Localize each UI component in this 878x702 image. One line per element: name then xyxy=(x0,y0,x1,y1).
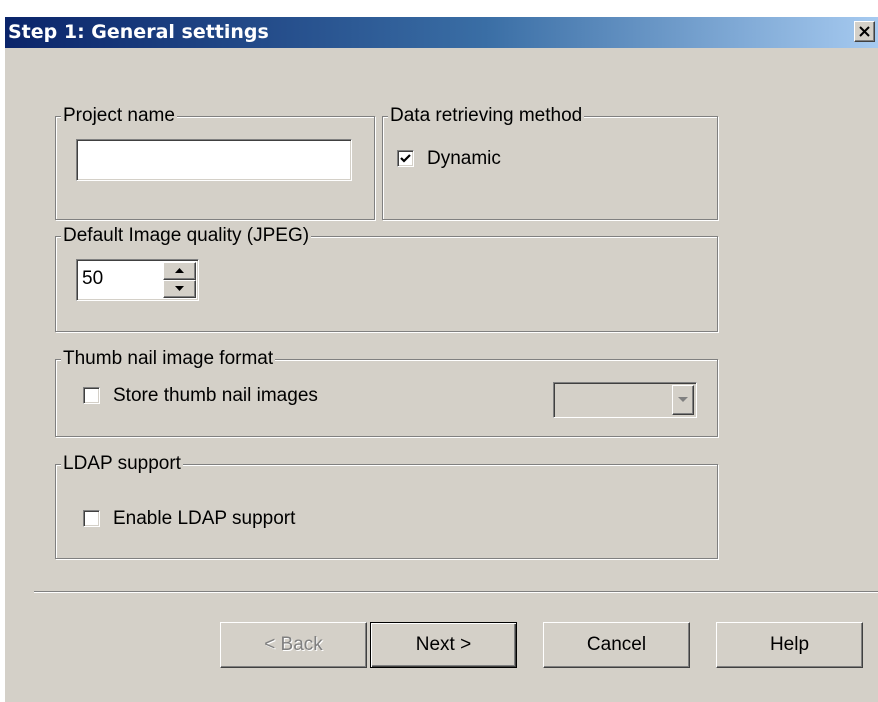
chevron-down-icon xyxy=(678,397,688,402)
project-name-legend: Project name xyxy=(61,104,177,128)
title-bar[interactable]: Step 1: General settings xyxy=(5,17,878,48)
enable-ldap-checkbox[interactable] xyxy=(83,510,100,527)
quality-spin-down-button[interactable] xyxy=(163,280,196,298)
dynamic-checkbox[interactable] xyxy=(397,150,414,167)
triangle-up-icon xyxy=(175,268,184,273)
button-separator xyxy=(34,591,878,593)
image-quality-group: Default Image quality (JPEG) 50 xyxy=(55,224,718,332)
next-button[interactable]: Next > xyxy=(370,622,517,668)
image-quality-legend: Default Image quality (JPEG) xyxy=(61,224,312,248)
project-name-group: Project name xyxy=(55,104,375,220)
dropdown-arrow-button[interactable] xyxy=(672,385,694,415)
thumbnail-format-dropdown[interactable] xyxy=(553,382,697,418)
project-name-input[interactable] xyxy=(76,139,352,181)
data-retrieving-method-legend: Data retrieving method xyxy=(388,104,585,128)
back-button[interactable]: < Back xyxy=(220,622,367,668)
quality-spin-up-button[interactable] xyxy=(163,262,196,280)
dialog-title: Step 1: General settings xyxy=(8,21,269,43)
close-button[interactable] xyxy=(854,21,875,42)
close-icon xyxy=(859,26,870,37)
thumbnail-format-group: Thumb nail image format Store thumb nail… xyxy=(55,347,718,437)
enable-ldap-label[interactable]: Enable LDAP support xyxy=(113,507,295,531)
ldap-support-group: LDAP support Enable LDAP support xyxy=(55,452,718,559)
ldap-support-legend: LDAP support xyxy=(61,452,183,476)
data-retrieving-method-group: Data retrieving method Dynamic xyxy=(382,104,718,220)
help-button[interactable]: Help xyxy=(716,622,863,668)
triangle-down-icon xyxy=(175,286,184,291)
cancel-button[interactable]: Cancel xyxy=(543,622,690,668)
dynamic-label[interactable]: Dynamic xyxy=(427,147,501,171)
thumbnail-format-legend: Thumb nail image format xyxy=(61,347,276,371)
checkmark-icon xyxy=(400,154,411,163)
wizard-dialog: Step 1: General settings Project name Da… xyxy=(5,17,878,702)
store-thumbnails-checkbox[interactable] xyxy=(83,387,100,404)
store-thumbnails-label[interactable]: Store thumb nail images xyxy=(113,384,318,408)
quality-value[interactable]: 50 xyxy=(82,267,103,291)
